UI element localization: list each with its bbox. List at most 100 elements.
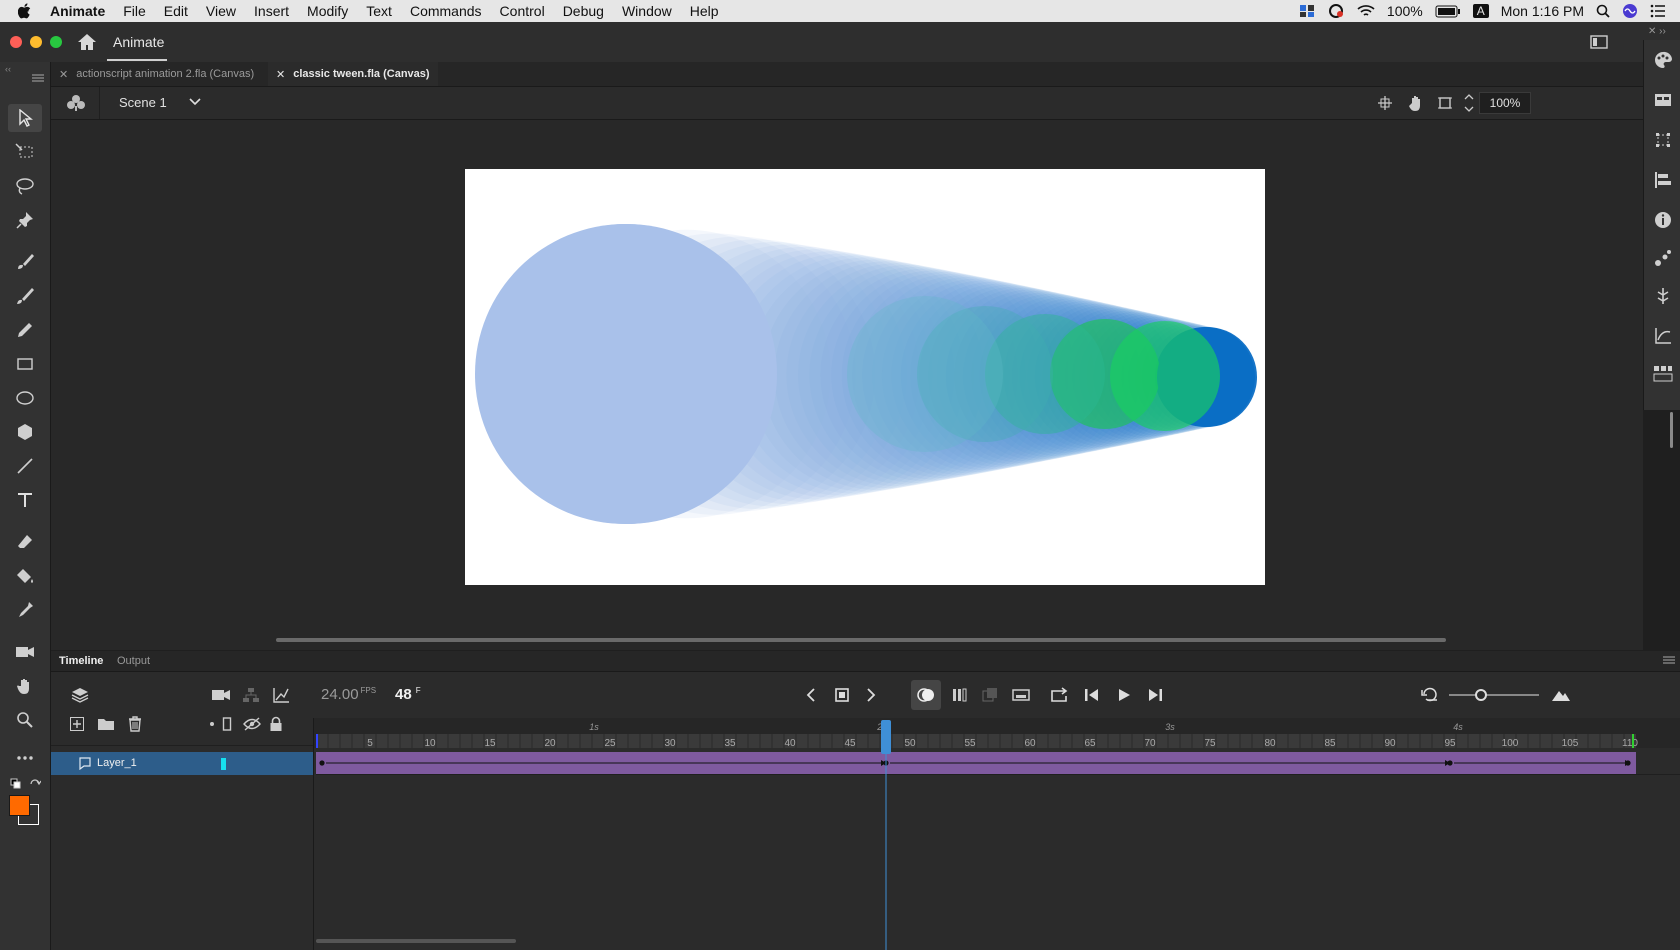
control-center-icon[interactable] <box>1650 4 1666 18</box>
right-strip-scrollbar[interactable] <box>1670 412 1673 448</box>
brush-tool-icon[interactable] <box>8 282 42 310</box>
loop-playback-icon[interactable] <box>1049 684 1071 706</box>
step-forward-frame-icon[interactable] <box>1144 684 1166 706</box>
new-folder-icon[interactable] <box>95 713 117 735</box>
stage-canvas[interactable] <box>465 169 1265 585</box>
pencil-tool-icon[interactable] <box>8 316 42 344</box>
pin-tool-icon[interactable] <box>8 206 42 234</box>
color-panel-icon[interactable] <box>1653 50 1673 70</box>
timeline-frames[interactable]: 1s2s3s4s51015202530354045505560657075808… <box>314 718 1680 950</box>
close-panel-icon[interactable]: ✕ ›› <box>1648 26 1666 37</box>
free-transform-tool-icon[interactable] <box>8 138 42 166</box>
document-tab[interactable]: ✕ actionscript animation 2.fla (Canvas) <box>51 62 262 86</box>
transform-panel-icon[interactable] <box>1653 130 1673 150</box>
fill-color-swatch[interactable] <box>9 795 30 816</box>
wifi-icon[interactable] <box>1357 4 1375 18</box>
polystar-tool-icon[interactable] <box>8 418 42 446</box>
menu-window[interactable]: Window <box>613 3 681 19</box>
zoom-stepper-icon[interactable] <box>1464 91 1474 115</box>
keyframe-dot[interactable] <box>1447 760 1453 766</box>
more-tools-icon[interactable] <box>8 744 42 772</box>
lock-all-layers-icon[interactable] <box>265 713 287 735</box>
edit-multiple-frames-icon[interactable] <box>949 684 971 706</box>
reset-zoom-icon[interactable] <box>1419 684 1441 706</box>
rotate-stage-icon[interactable] <box>1407 94 1425 112</box>
menubar-clock[interactable]: Mon 1:16 PM <box>1501 3 1584 19</box>
menu-edit[interactable]: Edit <box>155 3 197 19</box>
step-back-frame-icon[interactable] <box>1081 684 1103 706</box>
play-button-icon[interactable] <box>1113 684 1135 706</box>
create-tween-icon[interactable] <box>1010 684 1032 706</box>
delete-layer-icon[interactable] <box>124 713 146 735</box>
new-layer-icon[interactable] <box>66 713 88 735</box>
layer-name[interactable]: Layer_1 <box>97 757 137 769</box>
align-panel-icon[interactable] <box>1653 170 1673 190</box>
menu-text[interactable]: Text <box>357 3 401 19</box>
workspace-layout-icon[interactable] <box>1590 35 1608 49</box>
keyframe-dot[interactable] <box>319 760 325 766</box>
motion-presets-icon[interactable] <box>1653 248 1673 268</box>
eyedropper-tool-icon[interactable] <box>8 596 42 624</box>
layer-depth-icon[interactable] <box>270 684 292 706</box>
input-source-indicator[interactable]: A <box>1472 4 1489 18</box>
tab-timeline[interactable]: Timeline <box>59 655 103 667</box>
menu-control[interactable]: Control <box>491 3 554 19</box>
highlight-layers-dot-icon[interactable] <box>210 722 214 726</box>
apple-menu-icon[interactable] <box>0 3 41 19</box>
info-panel-icon[interactable] <box>1653 210 1673 230</box>
line-tool-icon[interactable] <box>8 452 42 480</box>
eraser-tool-icon[interactable] <box>8 528 42 556</box>
stage-horizontal-scrollbar[interactable] <box>276 638 1446 642</box>
creative-cloud-icon[interactable] <box>1299 4 1315 18</box>
layer-parenting-icon[interactable] <box>240 684 262 706</box>
library-panel-icon[interactable] <box>1653 90 1673 110</box>
zoom-tool-icon[interactable] <box>8 706 42 734</box>
document-tab-active[interactable]: ✕ classic tween.fla (Canvas) <box>268 62 438 86</box>
oval-tool-icon[interactable] <box>8 384 42 412</box>
menu-modify[interactable]: Modify <box>298 3 357 19</box>
show-layers-icon[interactable] <box>69 684 91 706</box>
close-tab-icon[interactable]: ✕ <box>59 68 68 81</box>
menu-animate[interactable]: Animate <box>41 3 114 19</box>
menu-file[interactable]: File <box>114 3 155 19</box>
timeline-zoom-slider[interactable] <box>1449 689 1539 701</box>
hide-all-layers-icon[interactable] <box>241 713 263 735</box>
swap-colors-icon[interactable] <box>29 778 41 790</box>
assets-panel-icon[interactable] <box>1653 364 1673 384</box>
text-tool-icon[interactable] <box>8 486 42 514</box>
fluid-brush-tool-icon[interactable] <box>8 248 42 276</box>
toolbar-menu-icon[interactable] <box>32 74 44 82</box>
menu-view[interactable]: View <box>197 3 245 19</box>
keyframe-dot[interactable] <box>1625 760 1631 766</box>
clip-content-icon[interactable] <box>1437 95 1453 111</box>
timeline-horizontal-scrollbar[interactable] <box>316 939 516 943</box>
close-window-button[interactable] <box>10 36 22 48</box>
add-camera-icon[interactable] <box>210 684 232 706</box>
timeline-zoom-slider-thumb[interactable] <box>1475 689 1487 701</box>
layer-outline-color[interactable] <box>221 758 226 770</box>
fit-timeline-icon[interactable] <box>1550 684 1572 706</box>
tween-start-circle[interactable] <box>477 224 777 524</box>
minimize-window-button[interactable] <box>30 36 42 48</box>
home-icon[interactable] <box>77 33 97 51</box>
snap-to-icon[interactable] <box>1377 95 1393 111</box>
timeline-panel-menu-icon[interactable] <box>1663 656 1675 664</box>
zoom-window-button[interactable] <box>50 36 62 48</box>
scene-dropdown-chevron-icon[interactable] <box>189 98 201 106</box>
selection-tool-icon[interactable] <box>8 104 42 132</box>
frame-grid[interactable]: 1s2s3s4s51015202530354045505560657075808… <box>314 718 1680 950</box>
siri-icon[interactable] <box>1622 3 1638 19</box>
zoom-level-field[interactable]: 100% <box>1479 92 1531 114</box>
layer-row[interactable]: Layer_1 <box>51 752 313 775</box>
menu-insert[interactable]: Insert <box>245 3 298 19</box>
menu-debug[interactable]: Debug <box>554 3 613 19</box>
motion-editor-icon[interactable] <box>1653 326 1673 346</box>
default-colors-icon[interactable] <box>10 778 22 790</box>
center-frame-icon[interactable] <box>979 684 1001 706</box>
menu-commands[interactable]: Commands <box>401 3 491 19</box>
scene-icon[interactable] <box>66 94 86 112</box>
menu-help[interactable]: Help <box>681 3 728 19</box>
rectangle-tool-icon[interactable] <box>8 350 42 378</box>
cc-sync-icon[interactable] <box>1327 4 1345 18</box>
tab-output[interactable]: Output <box>117 655 150 667</box>
